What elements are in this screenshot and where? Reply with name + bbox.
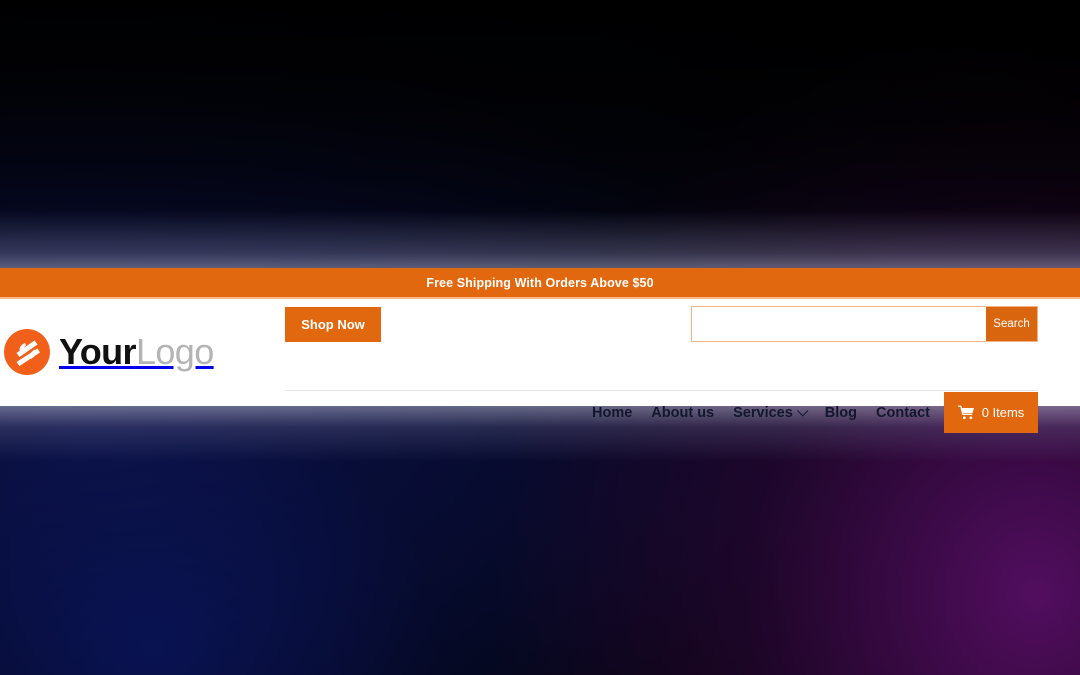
search-input[interactable] [692, 307, 986, 341]
background-glow-above-header [0, 210, 1080, 270]
search-button[interactable]: Search [986, 307, 1037, 341]
nav-item-services[interactable]: Services [733, 404, 809, 421]
logo-text-primary: Your [59, 331, 137, 372]
nav-item-home[interactable]: Home [592, 405, 632, 421]
announcement-text: Free Shipping With Orders Above $50 [426, 275, 654, 290]
logo-text-secondary: Logo [135, 331, 214, 372]
nav-item-blog[interactable]: Blog [825, 405, 857, 421]
nav-item-label: Blog [824, 404, 858, 421]
nav-item-contact[interactable]: Contact [876, 405, 930, 421]
nav-item-label: Contact [876, 404, 930, 421]
main-navigation: Home About us Services Blog Contact 0 It… [592, 392, 1038, 433]
announcement-bar: Free Shipping With Orders Above $50 [0, 268, 1080, 297]
nav-links: Home About us Services Blog Contact [592, 392, 944, 433]
page-root: Free Shipping With Orders Above $50 Your… [0, 0, 1080, 675]
cart-button[interactable]: 0 Items [944, 392, 1038, 433]
logo-wordmark: YourLogo [59, 334, 214, 370]
cart-label: 0 Items [981, 405, 1025, 420]
chevron-down-icon [796, 404, 809, 417]
shop-now-button[interactable]: Shop Now [285, 307, 381, 342]
nav-item-label: Home [592, 404, 633, 421]
shopping-cart-icon [957, 405, 974, 420]
nav-divider [285, 390, 1038, 391]
site-header: Free Shipping With Orders Above $50 Your… [0, 268, 1080, 433]
nav-item-label: About us [651, 404, 715, 421]
nav-item-about-us[interactable]: About us [651, 405, 714, 421]
nav-item-label: Services [733, 404, 793, 421]
swoosh-circle-icon [4, 329, 50, 375]
search-bar: Search [691, 306, 1038, 342]
site-logo[interactable]: YourLogo [3, 328, 214, 376]
header-body: YourLogo Shop Now Search Home About us S… [0, 299, 1080, 433]
